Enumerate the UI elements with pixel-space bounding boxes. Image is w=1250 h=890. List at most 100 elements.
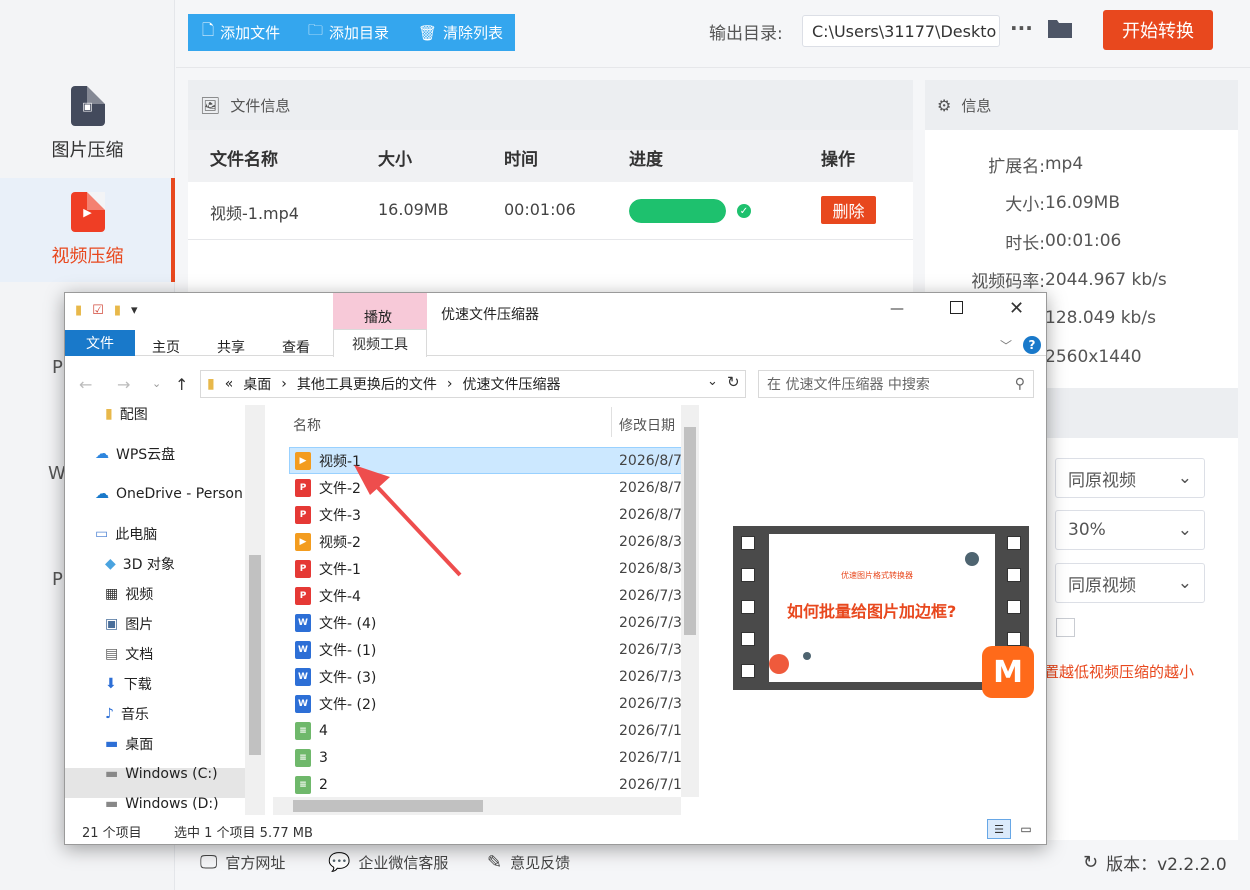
wechat-service-link[interactable]: 💬 企业微信客服 (328, 846, 448, 878)
tree-item[interactable]: ▦ 视频 (65, 579, 245, 609)
computer-icon: ▭ (95, 526, 109, 542)
back-icon[interactable]: ← (79, 375, 92, 394)
properties-icon[interactable]: ☑ (92, 303, 104, 318)
website-link[interactable]: 🖵 官方网址 (200, 846, 285, 878)
pdf-file-icon: P (295, 478, 311, 497)
picture-icon: ▣ (105, 616, 119, 632)
sidebar-item-label: 视频压缩 (51, 246, 124, 267)
ribbon-expand-icon[interactable]: ﹀ (1000, 337, 1012, 354)
trash-icon: 🗑 (418, 23, 438, 42)
cube-icon: ◆ (105, 556, 116, 572)
format-select[interactable]: 同原视频 ⌄ (1055, 563, 1205, 603)
delete-button[interactable]: 删除 (821, 196, 876, 224)
desktop-icon: ▬ (105, 736, 119, 752)
version-info[interactable]: ↻ 版本：v2.2.2.0 (1083, 846, 1227, 878)
list-item[interactable]: W 文件- (3) 2026/7/3 (289, 663, 699, 690)
tab-home[interactable]: 主页 (152, 337, 180, 357)
address-dropdown-icon[interactable]: ⌄ (707, 374, 718, 389)
option-checkbox[interactable] (1056, 618, 1075, 637)
scroll-thumb[interactable] (293, 800, 483, 812)
music-icon: ♪ (105, 706, 114, 722)
breadcrumb-current[interactable]: 优速文件压缩器 (463, 374, 561, 394)
address-bar[interactable]: ▮ « 桌面 › 其他工具更换后的文件 › 优速文件压缩器 (200, 370, 746, 398)
image-file-icon: ▣ (70, 86, 105, 126)
file-date: 2026/8/3 (619, 533, 682, 550)
minimize-button[interactable]: — (890, 301, 904, 317)
search-input[interactable]: 在 优速文件压缩器 中搜索 ⚲ (758, 370, 1034, 398)
tree-item[interactable]: ☁ WPS云盘 (65, 439, 245, 469)
tree-item[interactable]: ▭ 此电脑 (65, 519, 245, 549)
tree-item[interactable]: ▬ Windows (D:) (65, 789, 245, 815)
chevron-down-icon: ⌄ (1177, 573, 1192, 593)
tree-item[interactable]: ⬇ 下载 (65, 669, 245, 699)
tree-item[interactable]: ♪ 音乐 (65, 699, 245, 729)
feedback-link[interactable]: ✎ 意见反馈 (487, 846, 570, 878)
add-file-button[interactable]: 🗋 添加文件 (190, 14, 293, 51)
more-options-button[interactable]: ··· (1010, 16, 1033, 40)
list-item[interactable]: W 文件- (1) 2026/7/3 (289, 636, 699, 663)
open-folder-icon[interactable] (1047, 17, 1073, 39)
scroll-thumb[interactable] (249, 555, 261, 755)
scroll-thumb[interactable] (684, 427, 696, 635)
horizontal-scrollbar[interactable] (273, 797, 681, 815)
chevron-down-icon[interactable]: ▾ (131, 303, 138, 318)
film-sprocket (1007, 632, 1021, 646)
folder-icon[interactable]: ▮ (75, 303, 82, 318)
list-item[interactable]: W 文件- (4) 2026/7/3 (289, 609, 699, 636)
pdf-file-icon: P (295, 505, 311, 524)
tab-video-tools[interactable]: 视频工具 (333, 329, 427, 357)
folder-icon[interactable]: ▮ (114, 303, 121, 318)
file-name: 文件-4 (319, 588, 361, 605)
tree-item[interactable]: ▮ 配图 (65, 405, 245, 429)
list-item[interactable]: W 文件- (2) 2026/7/3 (289, 690, 699, 717)
tree-item[interactable]: ▣ 图片 (65, 609, 245, 639)
file-name: 文件- (2) (319, 696, 377, 713)
tree-item[interactable]: ◆ 3D 对象 (65, 549, 245, 579)
add-directory-button[interactable]: 🗀 添加目录 (296, 14, 402, 51)
tab-file[interactable]: 文件 (65, 330, 135, 356)
up-icon[interactable]: ↑ (175, 375, 188, 394)
file-date: 2026/7/1 (619, 722, 682, 739)
resolution-select[interactable]: 同原视频 ⌄ (1055, 458, 1205, 498)
column-name[interactable]: 名称 (293, 415, 321, 435)
maximize-button[interactable] (950, 301, 963, 314)
large-icons-view-icon[interactable]: ▭ (1017, 821, 1035, 837)
tree-item[interactable]: ▬ 桌面 (65, 729, 245, 759)
recent-chevron-icon[interactable]: ⌄ (152, 377, 161, 390)
list-item[interactable]: ≡ 3 2026/7/1 (289, 744, 699, 771)
file-list-scrollbar[interactable] (681, 405, 699, 797)
tab-share[interactable]: 共享 (217, 337, 245, 357)
tree-item-label: 3D 对象 (122, 557, 175, 573)
breadcrumb-other-tools[interactable]: 其他工具更换后的文件 (297, 374, 437, 394)
list-item[interactable]: P 文件-4 2026/7/3 (289, 582, 699, 609)
details-view-icon[interactable]: ☰ (987, 819, 1011, 839)
file-name: 文件- (1) (319, 642, 377, 659)
help-icon[interactable]: ? (1023, 336, 1041, 354)
list-item[interactable]: ≡ 2 2026/7/1 (289, 771, 699, 798)
file-date: 2026/7/3 (619, 641, 682, 658)
column-date[interactable]: 修改日期 (619, 415, 679, 435)
tree-item[interactable]: ▬ Windows (C:) (65, 759, 245, 789)
tree-item[interactable]: ☁ OneDrive - Person (65, 479, 245, 509)
vid-file-icon: ▶ (295, 532, 311, 551)
output-dir-input[interactable]: C:\Users\31177\Deskto (802, 15, 1000, 47)
file-name: 2 (319, 776, 328, 793)
chat-icon: 💬 (328, 851, 351, 873)
sidebar-item-video-compress[interactable]: ▶ 视频压缩 (0, 178, 175, 282)
refresh-icon[interactable]: ↻ (727, 373, 740, 391)
folder-outline-icon: 🗀 (308, 21, 324, 39)
list-item[interactable]: ≡ 4 2026/7/1 (289, 717, 699, 744)
forward-icon[interactable]: → (117, 375, 130, 394)
breadcrumb-desktop[interactable]: 桌面 (243, 374, 271, 394)
start-convert-button[interactable]: 开始转换 (1103, 10, 1213, 50)
drive-icon: ▬ (105, 766, 119, 782)
tree-item[interactable]: ▤ 文档 (65, 639, 245, 669)
quality-select[interactable]: 30% ⌄ (1055, 510, 1205, 550)
nav-scrollbar[interactable] (245, 405, 265, 815)
column-header-progress: 进度 (629, 150, 663, 170)
file-name: 3 (319, 749, 328, 766)
sidebar-item-image-compress[interactable]: ▣ 图片压缩 (0, 72, 175, 176)
tab-view[interactable]: 查看 (282, 337, 310, 357)
close-button[interactable]: ✕ (1009, 298, 1024, 319)
clear-list-button[interactable]: 🗑 清除列表 (406, 14, 516, 51)
